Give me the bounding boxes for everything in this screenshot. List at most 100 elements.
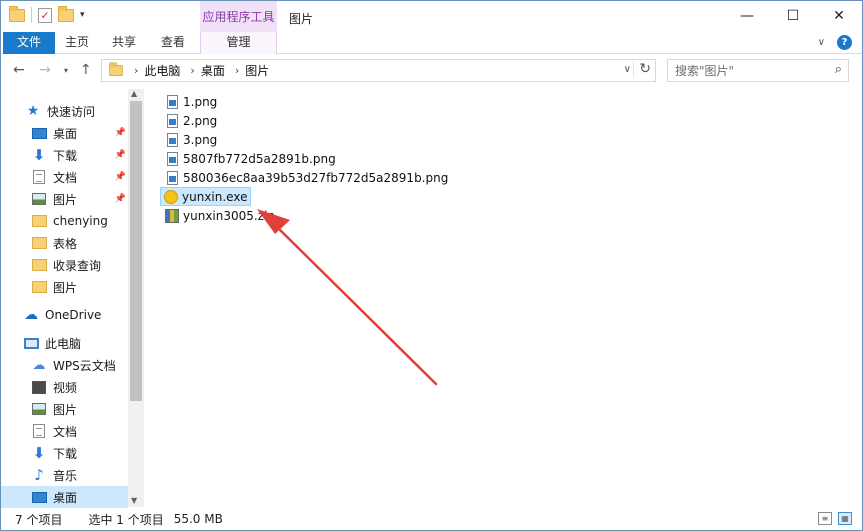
music-icon: ♪ [34, 466, 44, 484]
scrollbar-thumb[interactable] [130, 101, 142, 401]
customize-toolbar-icon[interactable]: ▾ [80, 10, 85, 20]
nav-label: 此电脑 [45, 336, 82, 351]
nav-label: chenying [53, 214, 108, 228]
tab-home[interactable]: 主页 [57, 32, 97, 54]
nav-label: 图片 [53, 402, 78, 417]
file-item[interactable]: 580036ec8aa39b53d27fb772d5a2891b.png [162, 168, 451, 187]
desktop-icon [31, 491, 47, 503]
nav-item-pc-documents[interactable]: 文档 [1, 420, 128, 442]
window-title: 图片 [289, 12, 314, 26]
nav-label: 下载 [53, 148, 78, 163]
desktop-icon [31, 127, 47, 139]
title-bar: ✓ ▾ 应用程序工具 图片 — ☐ ✕ [1, 1, 862, 32]
file-list: 1.png 2.png 3.png 5807fb772d5a2891b.png … [156, 91, 856, 506]
pin-icon: 📌 [114, 150, 126, 160]
nav-item-music[interactable]: ♪ 音乐 [1, 464, 128, 486]
file-item[interactable]: 5807fb772d5a2891b.png [162, 149, 339, 168]
large-icons-view-icon[interactable]: ▦ [838, 512, 852, 525]
folder-icon [31, 215, 47, 227]
nav-item-pc-pictures[interactable]: 图片 [1, 398, 128, 420]
address-dropdown-icon[interactable]: ∨ [624, 64, 631, 75]
nav-label: 图片 [53, 280, 78, 295]
file-item-selected[interactable]: yunxin.exe [160, 187, 252, 206]
nav-label: 桌面 [53, 490, 78, 505]
wps-cloud-icon: ☁ [32, 357, 46, 373]
properties-icon[interactable]: ✓ [38, 7, 52, 23]
new-folder-icon[interactable] [58, 5, 74, 22]
nav-quick-access[interactable]: ★ 快速访问 [1, 100, 128, 122]
file-item[interactable]: 1.png [162, 92, 220, 111]
folder-icon [31, 259, 47, 271]
chevron-right-icon[interactable]: › [235, 64, 239, 77]
chevron-right-icon[interactable]: › [134, 64, 138, 77]
context-tab-app-tools: 应用程序工具 [200, 1, 277, 32]
breadcrumb-this-pc[interactable]: 此电脑 [144, 62, 180, 79]
scroll-up-icon[interactable]: ▲ [131, 89, 137, 98]
status-bar: 7 个项目 选中 1 个项目 55.0 MB ≡ ▦ [1, 508, 862, 530]
tab-view[interactable]: 查看 [153, 32, 193, 54]
nav-item-wps-cloud[interactable]: ☁ WPS云文档 [1, 354, 128, 376]
nav-item-pc-downloads[interactable]: ⬇ 下载 [1, 442, 128, 464]
nav-item-downloads[interactable]: ⬇ 下载 📌 [1, 144, 128, 166]
chevron-right-icon[interactable]: › [190, 64, 194, 77]
tab-share[interactable]: 共享 [104, 32, 144, 54]
nav-onedrive[interactable]: ☁ OneDrive [1, 304, 128, 326]
forward-arrow-icon[interactable]: → [39, 62, 51, 78]
file-item[interactable]: 2.png [162, 111, 220, 130]
tab-file[interactable]: 文件 [3, 32, 55, 54]
folder-icon [31, 281, 47, 293]
breadcrumb-desktop[interactable]: 桌面 [201, 62, 225, 79]
expand-ribbon-icon[interactable]: ∨ [818, 37, 825, 48]
folder-icon [9, 5, 25, 22]
nav-label: 音乐 [53, 468, 78, 483]
nav-item-pictures-folder[interactable]: 图片 [1, 276, 128, 298]
file-item[interactable]: 3.png [162, 130, 220, 149]
zip-file-icon [165, 208, 179, 223]
refresh-icon[interactable]: ↻ [633, 61, 651, 77]
nav-label: 文档 [53, 170, 78, 185]
ribbon-tabs: 文件 主页 共享 查看 管理 ∨ ? [1, 32, 862, 54]
nav-item-tables[interactable]: 表格 [1, 232, 128, 254]
back-arrow-icon[interactable]: ← [13, 62, 25, 78]
nav-scrollbar[interactable]: ▲ ▼ [128, 89, 144, 507]
nav-item-documents[interactable]: 文档 📌 [1, 166, 128, 188]
nav-item-pictures[interactable]: 图片 📌 [1, 188, 128, 210]
download-icon: ⬇ [32, 444, 46, 462]
details-view-icon[interactable]: ≡ [818, 512, 832, 525]
folder-icon [31, 237, 47, 249]
file-item[interactable]: yunxin3005.zip [162, 206, 278, 225]
png-file-icon [166, 113, 178, 128]
breadcrumb-pictures[interactable]: 图片 [245, 62, 269, 79]
maximize-button[interactable]: ☐ [770, 1, 816, 32]
exe-file-icon [164, 189, 178, 204]
recent-locations-icon[interactable]: ▾ [64, 66, 68, 75]
nav-label: 文档 [53, 424, 78, 439]
document-icon [33, 424, 45, 438]
png-file-icon [166, 151, 178, 166]
ribbon-right-controls: ∨ ? [818, 35, 852, 50]
nav-item-pc-desktop[interactable]: 桌面 [1, 486, 128, 508]
file-name: 5807fb772d5a2891b.png [183, 151, 336, 166]
minimize-button[interactable]: — [724, 1, 770, 32]
search-input[interactable] [668, 60, 818, 81]
up-arrow-icon[interactable]: ↑ [80, 62, 92, 78]
png-file-icon [166, 132, 178, 147]
nav-item-chenying[interactable]: chenying [1, 210, 128, 232]
file-name: 1.png [183, 94, 218, 109]
tab-manage[interactable]: 管理 [200, 32, 277, 54]
close-button[interactable]: ✕ [816, 1, 862, 32]
explorer-window: ✓ ▾ 应用程序工具 图片 — ☐ ✕ 文件 主页 共享 查看 管理 ∨ ? ←… [0, 0, 863, 531]
address-bar[interactable]: › 此电脑 › 桌面 › 图片 ∨ ↻ [101, 59, 656, 82]
scroll-down-icon[interactable]: ▼ [131, 496, 137, 505]
address-row: ← → ▾ ↑ › 此电脑 › 桌面 › 图片 ∨ ↻ ⌕ [1, 57, 862, 85]
nav-this-pc[interactable]: 此电脑 [1, 332, 128, 354]
search-icon[interactable]: ⌕ [835, 62, 842, 77]
nav-item-desktop[interactable]: 桌面 📌 [1, 122, 128, 144]
nav-item-index-query[interactable]: 收录查询 [1, 254, 128, 276]
nav-label: 桌面 [53, 126, 78, 141]
nav-item-videos[interactable]: 视频 [1, 376, 128, 398]
help-icon[interactable]: ? [837, 35, 852, 50]
file-name: 3.png [183, 132, 218, 147]
video-icon [32, 380, 46, 394]
file-name: yunxin.exe [182, 189, 248, 204]
